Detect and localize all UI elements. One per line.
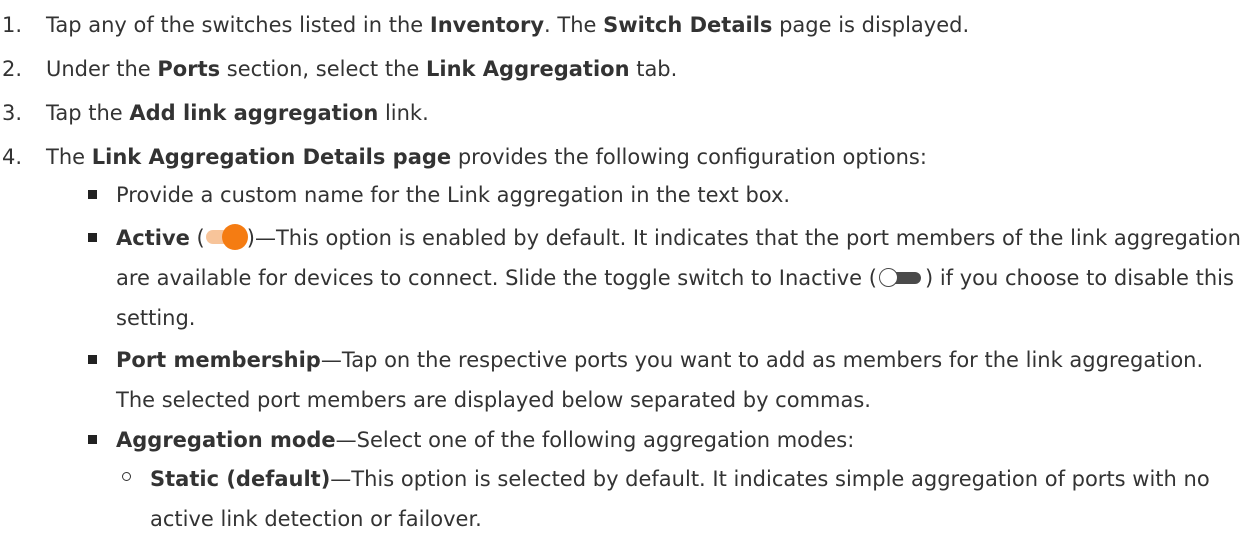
bold-term: Inventory — [429, 13, 545, 37]
bold-term: Ports — [157, 57, 221, 81]
step-text: Under the Ports section, select the Link… — [46, 57, 678, 81]
step-text: Tap any of the switches listed in the In… — [46, 13, 970, 37]
bullet-text: Port membership—Tap on the respective po… — [116, 348, 1204, 412]
bold-term: Aggregation mode — [116, 428, 336, 452]
bullet-custom-name: Provide a custom name for the Link aggre… — [88, 175, 1248, 215]
toggle-off-icon — [878, 268, 921, 288]
bullet-port-membership: Port membership—Tap on the respective po… — [88, 340, 1248, 420]
square-bullet-icon — [88, 355, 97, 364]
step-1: 1. Tap any of the switches listed in the … — [0, 10, 969, 40]
step-number: 2. — [2, 57, 23, 81]
step-2: 2. Under the Ports section, select the Li… — [0, 54, 677, 84]
bullet-text: Aggregation mode—Select one of the follo… — [116, 428, 855, 452]
step-number: 4. — [2, 145, 23, 169]
step-text: The Link Aggregation Details page provid… — [46, 145, 927, 169]
circle-bullet-icon — [122, 472, 131, 481]
step-4: 4. The Link Aggregation Details page prov… — [0, 142, 927, 172]
toggle-on-icon — [205, 224, 248, 250]
document: 1. Tap any of the switches listed in the … — [0, 0, 1256, 531]
bullet-text: Active ()—This option is enabled by defa… — [116, 224, 1241, 330]
bold-term: Switch Details — [603, 13, 773, 37]
bullet-aggregation-mode: Aggregation mode—Select one of the follo… — [88, 420, 1248, 460]
bullet-active: Active ()—This option is enabled by defa… — [88, 218, 1248, 338]
bold-term: Port membership — [116, 348, 321, 372]
sub-bullet-static: Static (default)—This option is selected… — [122, 459, 1252, 539]
bold-term: Link Aggregation — [425, 57, 630, 81]
square-bullet-icon — [88, 435, 97, 444]
bold-term: Link Aggregation Details page — [91, 145, 452, 169]
bullet-text: Static (default)—This option is selected… — [150, 467, 1210, 531]
bold-term: Active — [116, 226, 190, 250]
step-text: Tap the Add link aggregation link. — [46, 101, 429, 125]
step-number: 3. — [2, 101, 23, 125]
bold-term: Static (default) — [150, 467, 331, 491]
square-bullet-icon — [88, 190, 97, 199]
step-number: 1. — [2, 13, 23, 37]
bold-term: Add link aggregation — [129, 101, 379, 125]
step-3: 3. Tap the Add link aggregation link. — [0, 98, 429, 128]
bullet-text: Provide a custom name for the Link aggre… — [116, 183, 791, 207]
square-bullet-icon — [88, 233, 97, 242]
